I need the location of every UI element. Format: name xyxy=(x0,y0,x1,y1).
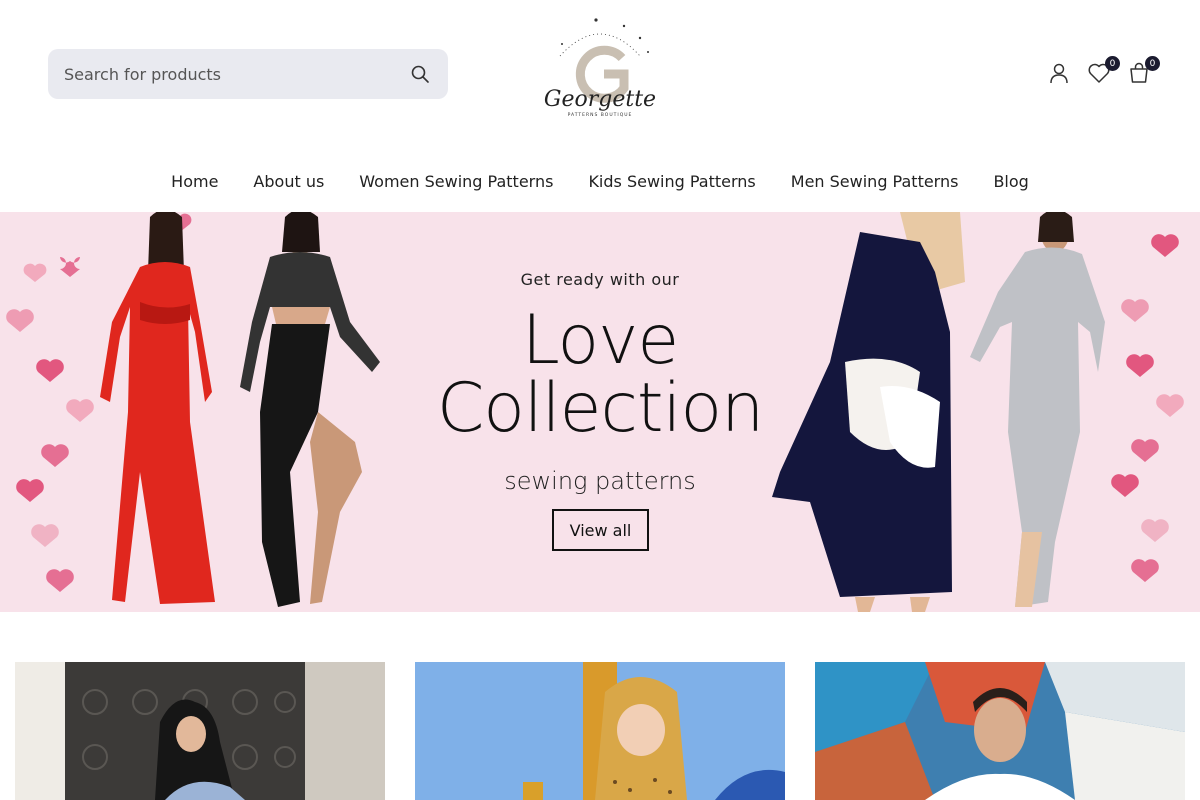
hero-headline-line1: Love xyxy=(521,301,679,380)
nav-item-men-sewing-patterns[interactable]: Men Sewing Patterns xyxy=(791,172,959,191)
category-card-kids[interactable] xyxy=(415,662,785,800)
category-card-women[interactable] xyxy=(15,662,385,800)
hero-headline-line2: Collection xyxy=(436,369,764,448)
hero-subline: sewing patterns xyxy=(504,467,696,495)
kids-category-image xyxy=(415,662,785,800)
search-input[interactable] xyxy=(64,64,408,84)
nav-item-home[interactable]: Home xyxy=(171,172,218,191)
nav-item-women-sewing-patterns[interactable]: Women Sewing Patterns xyxy=(359,172,553,191)
model-red-jumpsuit xyxy=(100,212,215,604)
women-category-image xyxy=(15,662,385,800)
nav-item-about-us[interactable]: About us xyxy=(253,172,324,191)
hero-kicker: Get ready with our xyxy=(520,270,680,289)
category-card-men[interactable] xyxy=(815,662,1185,800)
wishlist-button[interactable]: 0 xyxy=(1086,56,1120,88)
hero-headline: Love Collection xyxy=(400,307,800,443)
hero-text-block: Get ready with our Love Collection sewin… xyxy=(400,212,800,612)
men-category-image xyxy=(815,662,1185,800)
nav-item-kids-sewing-patterns[interactable]: Kids Sewing Patterns xyxy=(588,172,755,191)
model-black-skirt xyxy=(240,212,380,607)
header-actions: 0 0 xyxy=(1046,56,1160,88)
nav-item-blog[interactable]: Blog xyxy=(993,172,1028,191)
logo-wordmark: Georgette xyxy=(544,87,656,112)
cart-button[interactable]: 0 xyxy=(1126,56,1160,88)
hero-right-models-image xyxy=(772,212,1184,612)
wishlist-count-badge: 0 xyxy=(1105,56,1120,71)
search-bar xyxy=(48,49,448,99)
view-all-button[interactable]: View all xyxy=(552,509,649,551)
site-header: Georgette PATTERNS BOUTIQUE 0 0 xyxy=(0,0,1200,150)
main-navigation: Home About us Women Sewing Patterns Kids… xyxy=(0,150,1200,212)
hearts-decoration xyxy=(1111,234,1184,582)
hero-left-models-image xyxy=(6,212,380,607)
model-navy-bow-dress xyxy=(772,212,965,612)
cart-count-badge: 0 xyxy=(1145,56,1160,71)
hero-banner: Get ready with our Love Collection sewin… xyxy=(0,212,1200,612)
site-logo[interactable]: Georgette PATTERNS BOUTIQUE xyxy=(540,14,660,126)
search-icon[interactable] xyxy=(408,62,432,86)
svg-text:PATTERNS BOUTIQUE: PATTERNS BOUTIQUE xyxy=(568,112,633,118)
model-silver-dress xyxy=(970,212,1105,608)
category-cards xyxy=(15,662,1185,800)
account-icon[interactable] xyxy=(1046,58,1072,88)
